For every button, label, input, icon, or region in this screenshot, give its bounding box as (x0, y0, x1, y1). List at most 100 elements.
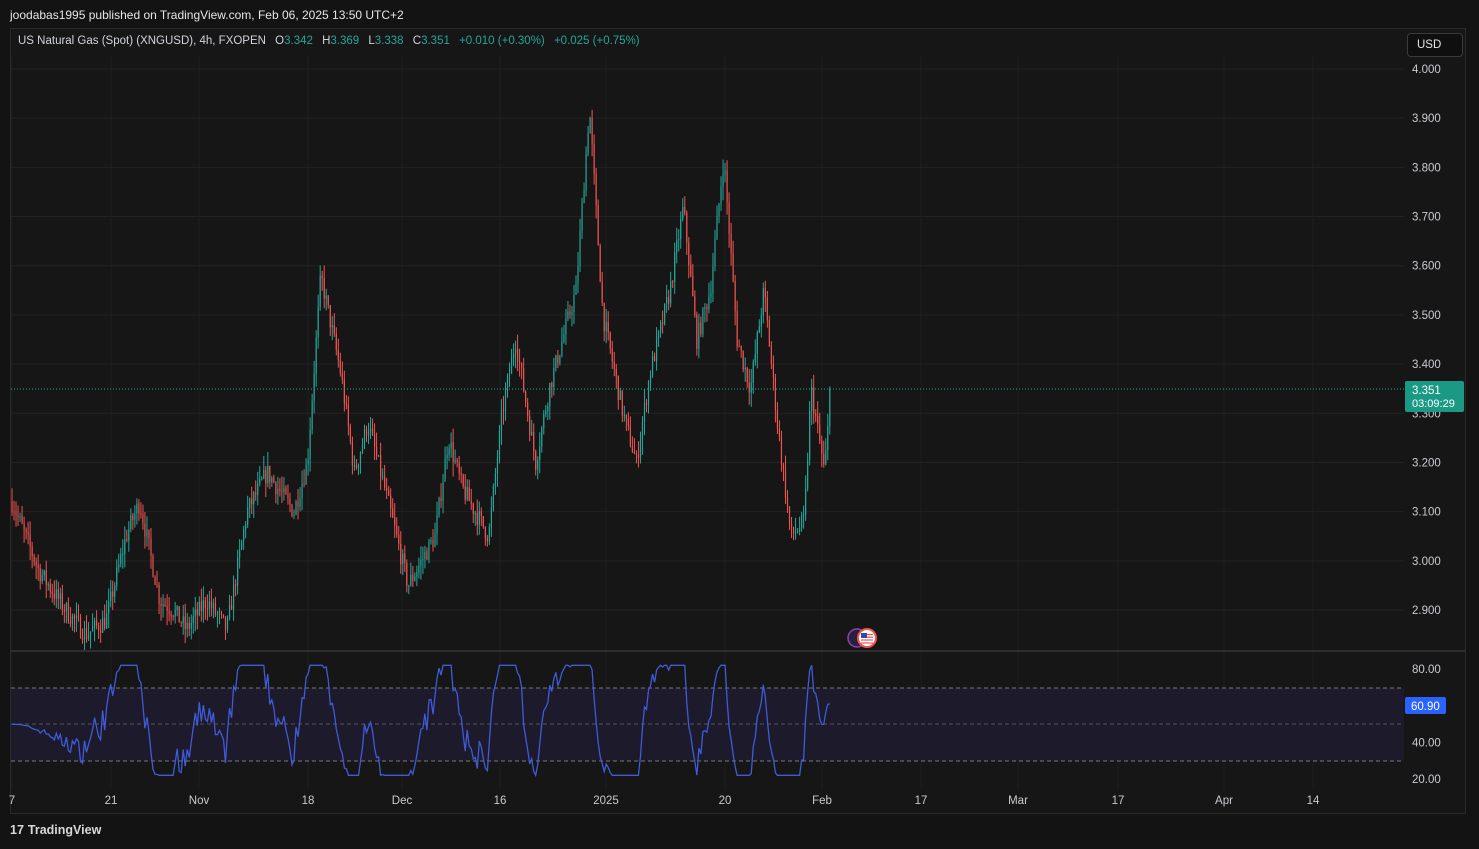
candle-body (740, 346, 742, 352)
candle-body (43, 570, 45, 576)
candle-body (724, 170, 726, 174)
candle-body (599, 245, 601, 282)
candle-body (794, 532, 797, 534)
candle-body (446, 455, 448, 459)
chart-svg[interactable]: 4.0003.9003.8003.7003.6003.5003.4003.300… (0, 0, 1479, 849)
candle-body (641, 422, 644, 441)
candle-body (805, 488, 807, 515)
candle-body (480, 511, 482, 516)
candle-body (186, 622, 188, 629)
candle-body (710, 292, 712, 297)
candle-body (208, 601, 210, 609)
candle-body (239, 549, 241, 558)
candle-body (331, 325, 333, 328)
candle-body (478, 511, 480, 525)
candle-body (798, 527, 801, 532)
time-axis[interactable]: 7 21 Nov 18 Dec 16 2025 20 Feb 17 Mar 17 Apr 14 (9, 795, 1320, 807)
candle-body (722, 173, 724, 187)
tradingview-brand[interactable]: 17 TradingView (10, 823, 101, 837)
candle-body (573, 294, 575, 312)
candle-body (680, 218, 682, 240)
candle-body (25, 529, 27, 532)
price-axis[interactable]: 4.0003.9003.8003.7003.6003.5003.4003.300… (1412, 64, 1441, 617)
candle-body (569, 311, 571, 315)
candle-body (325, 295, 327, 299)
candle-body (29, 534, 31, 547)
candle-body (323, 277, 325, 299)
candle-body (283, 487, 285, 492)
candle-body (222, 614, 225, 617)
symbol-legend[interactable]: US Natural Gas (Spot) (XNGUSD), 4h, FXOP… (18, 35, 640, 47)
candle-body (263, 470, 265, 479)
candle-body (138, 503, 140, 513)
currency-button[interactable]: USD (1407, 33, 1463, 57)
candle-body (410, 574, 412, 586)
price-tick-label: 3.700 (1412, 212, 1441, 224)
candle-body (166, 606, 168, 611)
candle-body (214, 602, 217, 615)
candle-body (234, 584, 237, 586)
candle-body (488, 527, 490, 542)
candle-body (621, 390, 623, 416)
candle-body (349, 426, 351, 442)
open-label: O (275, 35, 285, 47)
candle-body (460, 473, 462, 476)
candle-body (218, 612, 221, 615)
candle-body (357, 464, 360, 468)
candle-body (585, 153, 587, 191)
candle-body (281, 490, 283, 492)
candle-body (98, 625, 100, 631)
rsi-axis[interactable]: 80.00 40.00 20.00 (1412, 664, 1441, 786)
countdown-label: 03:09:29 (1412, 398, 1455, 410)
candle-body (33, 555, 35, 562)
candle-body (19, 516, 21, 518)
candle-body (45, 570, 47, 585)
candle-body (23, 523, 25, 530)
candle-body (567, 311, 569, 319)
candle-body (664, 303, 666, 324)
candle-body (373, 434, 376, 447)
candle-body (780, 436, 783, 465)
candle-body (396, 525, 398, 535)
candle-body (494, 473, 497, 487)
candle-body (96, 620, 98, 626)
candle-body (388, 490, 390, 496)
candle-body (543, 414, 545, 429)
candle-body (801, 514, 803, 528)
candle-body (168, 610, 170, 614)
candle-body (267, 466, 269, 484)
candle-body (271, 478, 273, 483)
candle-body (412, 574, 414, 581)
candle-body (142, 514, 144, 524)
candle-body (224, 616, 227, 630)
candle-body (398, 534, 400, 544)
candle-body (504, 390, 507, 412)
candle-body (623, 414, 625, 416)
candle-body (253, 492, 255, 505)
candle-body (670, 281, 672, 304)
candle-body (295, 501, 297, 515)
candle-body (587, 133, 589, 154)
candle-body (51, 591, 53, 594)
candle-body (91, 626, 94, 632)
candle-body (71, 615, 74, 625)
candle-body (170, 613, 172, 616)
candle-body (287, 493, 289, 499)
candle-body (742, 351, 744, 370)
candle-body (655, 337, 658, 361)
candle-body (198, 601, 200, 616)
candle-body (551, 383, 553, 387)
candle-body (519, 361, 521, 364)
candle-body (112, 591, 114, 597)
candle-body (17, 515, 19, 517)
candle-body (692, 275, 694, 297)
candle-body (188, 622, 190, 629)
candle-body (299, 498, 301, 507)
candle-body (13, 511, 15, 513)
candle-body (796, 531, 799, 533)
candle-body (575, 283, 577, 295)
candle-body (230, 605, 233, 610)
us-flag-event-icon[interactable] (847, 628, 877, 648)
candle-body (462, 475, 464, 487)
candle-body (792, 527, 795, 534)
